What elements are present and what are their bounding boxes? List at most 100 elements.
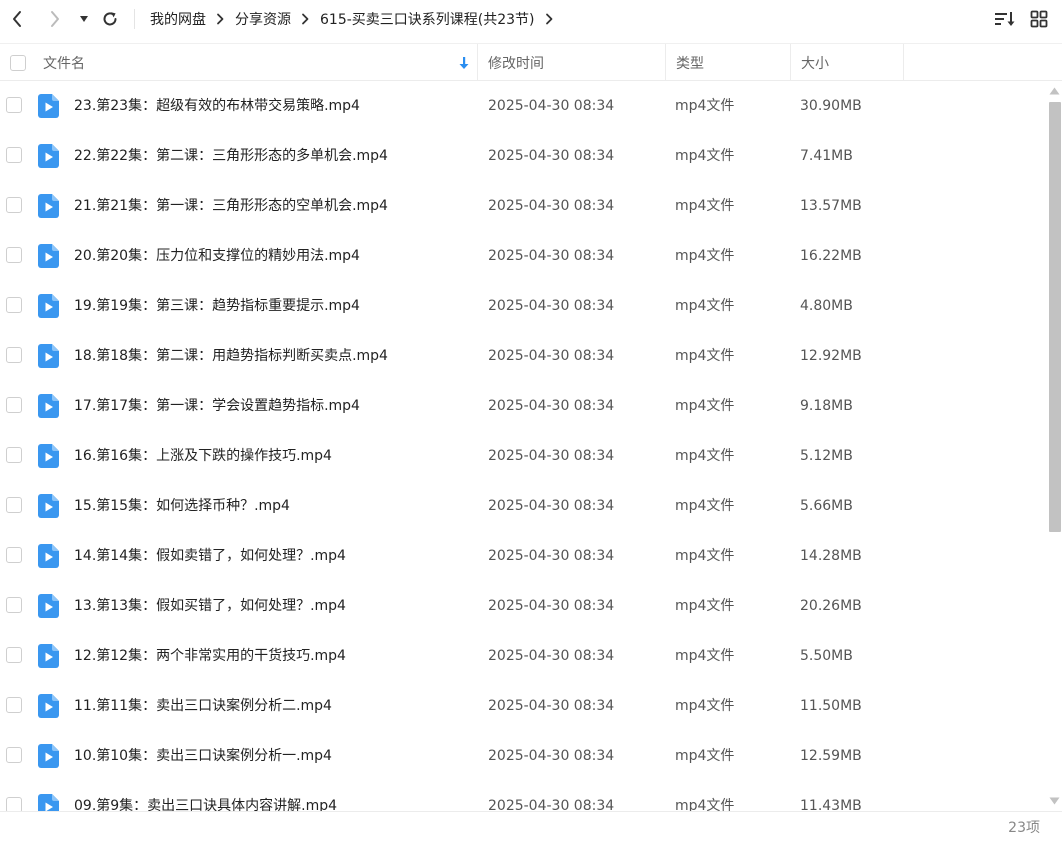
arrow-down-icon[interactable]: [458, 44, 470, 81]
row-checkbox[interactable]: [6, 97, 22, 113]
column-header-type[interactable]: 类型: [676, 44, 704, 81]
file-size: 14.28MB: [800, 548, 862, 564]
sort-icon: [995, 12, 1015, 26]
row-checkbox[interactable]: [6, 347, 22, 363]
column-divider[interactable]: [790, 44, 791, 81]
history-button[interactable]: [76, 6, 92, 32]
breadcrumb-item-shared[interactable]: 分享资源: [235, 9, 291, 29]
column-header-name[interactable]: 文件名: [43, 44, 85, 81]
file-name[interactable]: 23.第23集：超级有效的布林带交易策略.mp4: [74, 81, 360, 131]
forward-button[interactable]: [44, 6, 66, 32]
file-name[interactable]: 09.第9集：卖出三口诀具体内容讲解.mp4: [74, 781, 337, 811]
column-header-size[interactable]: 大小: [801, 44, 829, 81]
row-checkbox[interactable]: [6, 647, 22, 663]
file-name[interactable]: 15.第15集：如何选择币种？.mp4: [74, 481, 290, 531]
file-modified-time: 2025-04-30 08:34: [488, 448, 615, 464]
file-modified-time: 2025-04-30 08:34: [488, 248, 615, 264]
row-checkbox[interactable]: [6, 597, 22, 613]
table-row[interactable]: 13.第13集：假如买错了，如何处理？.mp4 2025-04-30 08:34…: [0, 581, 1046, 631]
table-row[interactable]: 23.第23集：超级有效的布林带交易策略.mp4 2025-04-30 08:3…: [0, 81, 1046, 131]
file-type: mp4文件: [675, 598, 735, 614]
table-row[interactable]: 17.第17集：第一课：学会设置趋势指标.mp4 2025-04-30 08:3…: [0, 381, 1046, 431]
file-size: 7.41MB: [800, 148, 853, 164]
file-size: 20.26MB: [800, 598, 862, 614]
file-modified-time: 2025-04-30 08:34: [488, 548, 615, 564]
table-row[interactable]: 12.第12集：两个非常实用的干货技巧.mp4 2025-04-30 08:34…: [0, 631, 1046, 681]
table-row[interactable]: 09.第9集：卖出三口诀具体内容讲解.mp4 2025-04-30 08:34 …: [0, 781, 1046, 811]
row-checkbox[interactable]: [6, 547, 22, 563]
video-file-icon: [38, 144, 59, 168]
file-name[interactable]: 19.第19集：第三课：趋势指标重要提示.mp4: [74, 281, 360, 331]
row-checkbox[interactable]: [6, 697, 22, 713]
caret-down-icon: [80, 16, 88, 22]
row-checkbox[interactable]: [6, 747, 22, 763]
column-header-modified[interactable]: 修改时间: [488, 44, 544, 81]
file-name[interactable]: 20.第20集：压力位和支撑位的精妙用法.mp4: [74, 231, 360, 281]
chevron-right-icon: [216, 13, 224, 25]
refresh-button[interactable]: [99, 6, 121, 32]
video-file-icon: [38, 344, 59, 368]
table-row[interactable]: 18.第18集：第二课：用趋势指标判断买卖点.mp4 2025-04-30 08…: [0, 331, 1046, 381]
file-size: 16.22MB: [800, 248, 862, 264]
sort-button[interactable]: [992, 7, 1018, 31]
file-type: mp4文件: [675, 348, 735, 364]
file-name[interactable]: 12.第12集：两个非常实用的干货技巧.mp4: [74, 631, 346, 681]
row-checkbox[interactable]: [6, 397, 22, 413]
file-name[interactable]: 18.第18集：第二课：用趋势指标判断买卖点.mp4: [74, 331, 388, 381]
column-divider[interactable]: [665, 44, 666, 81]
row-checkbox[interactable]: [6, 447, 22, 463]
table-row[interactable]: 15.第15集：如何选择币种？.mp4 2025-04-30 08:34 mp4…: [0, 481, 1046, 531]
scrollbar-thumb[interactable]: [1049, 102, 1061, 532]
scroll-down-button[interactable]: [1049, 796, 1060, 806]
file-name[interactable]: 10.第10集：卖出三口诀案例分析一.mp4: [74, 731, 332, 781]
column-divider[interactable]: [903, 44, 904, 81]
table-row[interactable]: 21.第21集：第一课：三角形形态的空单机会.mp4 2025-04-30 08…: [0, 181, 1046, 231]
grid-view-button[interactable]: [1026, 7, 1052, 31]
file-type: mp4文件: [675, 548, 735, 564]
toolbar: 我的网盘 分享资源 615-买卖三口诀系列课程(共23节): [0, 0, 1062, 38]
table-row[interactable]: 19.第19集：第三课：趋势指标重要提示.mp4 2025-04-30 08:3…: [0, 281, 1046, 331]
row-checkbox[interactable]: [6, 197, 22, 213]
file-modified-time: 2025-04-30 08:34: [488, 698, 615, 714]
table-row[interactable]: 16.第16集：上涨及下跌的操作技巧.mp4 2025-04-30 08:34 …: [0, 431, 1046, 481]
row-checkbox[interactable]: [6, 797, 22, 811]
file-type: mp4文件: [675, 648, 735, 664]
table-row[interactable]: 20.第20集：压力位和支撑位的精妙用法.mp4 2025-04-30 08:3…: [0, 231, 1046, 281]
file-name[interactable]: 16.第16集：上涨及下跌的操作技巧.mp4: [74, 431, 332, 481]
file-name[interactable]: 14.第14集：假如卖错了，如何处理？.mp4: [74, 531, 346, 581]
table-row[interactable]: 10.第10集：卖出三口诀案例分析一.mp4 2025-04-30 08:34 …: [0, 731, 1046, 781]
scroll-up-button[interactable]: [1049, 86, 1060, 96]
back-button[interactable]: [6, 6, 28, 32]
table-row[interactable]: 11.第11集：卖出三口诀案例分析二.mp4 2025-04-30 08:34 …: [0, 681, 1046, 731]
file-size: 5.50MB: [800, 648, 853, 664]
chevron-right-icon[interactable]: [545, 13, 553, 25]
grid-view-icon: [1030, 10, 1048, 28]
file-name[interactable]: 21.第21集：第一课：三角形形态的空单机会.mp4: [74, 181, 388, 231]
breadcrumb-item-my-drive[interactable]: 我的网盘: [150, 9, 206, 29]
select-all-checkbox[interactable]: [10, 44, 26, 81]
file-modified-time: 2025-04-30 08:34: [488, 298, 615, 314]
file-name[interactable]: 13.第13集：假如买错了，如何处理？.mp4: [74, 581, 346, 631]
column-divider[interactable]: [477, 44, 478, 81]
file-modified-time: 2025-04-30 08:34: [488, 148, 615, 164]
refresh-icon: [103, 12, 117, 26]
breadcrumb-item-current-folder[interactable]: 615-买卖三口诀系列课程(共23节): [320, 9, 535, 29]
file-size: 11.43MB: [800, 798, 862, 811]
file-name[interactable]: 17.第17集：第一课：学会设置趋势指标.mp4: [74, 381, 360, 431]
scrollbar[interactable]: [1047, 86, 1062, 806]
row-checkbox[interactable]: [6, 147, 22, 163]
file-name[interactable]: 22.第22集：第二课：三角形形态的多单机会.mp4: [74, 131, 388, 181]
file-size: 30.90MB: [800, 98, 862, 114]
checkbox-box: [10, 54, 26, 71]
table-row[interactable]: 22.第22集：第二课：三角形形态的多单机会.mp4 2025-04-30 08…: [0, 131, 1046, 181]
file-modified-time: 2025-04-30 08:34: [488, 98, 615, 114]
file-size: 12.92MB: [800, 348, 862, 364]
row-checkbox[interactable]: [6, 247, 22, 263]
table-row[interactable]: 14.第14集：假如卖错了，如何处理？.mp4 2025-04-30 08:34…: [0, 531, 1046, 581]
triangle-down-icon: [1049, 797, 1060, 805]
row-checkbox[interactable]: [6, 297, 22, 313]
file-list: 23.第23集：超级有效的布林带交易策略.mp4 2025-04-30 08:3…: [0, 81, 1046, 811]
row-checkbox[interactable]: [6, 497, 22, 513]
file-type: mp4文件: [675, 498, 735, 514]
file-name[interactable]: 11.第11集：卖出三口诀案例分析二.mp4: [74, 681, 332, 731]
